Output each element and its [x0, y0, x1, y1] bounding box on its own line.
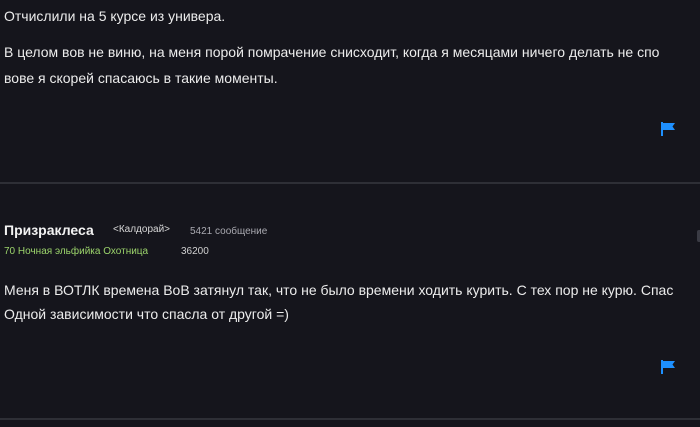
- post-text-line: В целом вов не виню, на меня порой помра…: [4, 44, 660, 60]
- report-flag-icon[interactable]: [661, 122, 676, 136]
- post-text-line: вове я скорей спасаюсь в такие моменты.: [4, 70, 278, 86]
- author-achievement-points: 36200: [181, 246, 209, 257]
- post-text-line: Отчислили на 5 курсе из универа.: [4, 8, 226, 24]
- forum-post: Призраклеса <Калдорай> 5421 сообщение 70…: [0, 184, 700, 418]
- author-guild[interactable]: <Калдорай>: [113, 224, 170, 235]
- author-name[interactable]: Призраклеса: [4, 222, 94, 238]
- author-character[interactable]: 70 Ночная эльфийка Охотница: [4, 246, 148, 257]
- forum-post-next: [0, 420, 700, 427]
- post-text-line: Одной зависимости что спасла от другой =…: [4, 306, 289, 322]
- author-message-count: 5421 сообщение: [190, 226, 268, 237]
- post-text-line: Меня в ВОТЛК времена ВоВ затянул так, чт…: [4, 282, 674, 298]
- report-flag-icon[interactable]: [661, 360, 676, 374]
- forum-post: Отчислили на 5 курсе из универа. В целом…: [0, 0, 700, 182]
